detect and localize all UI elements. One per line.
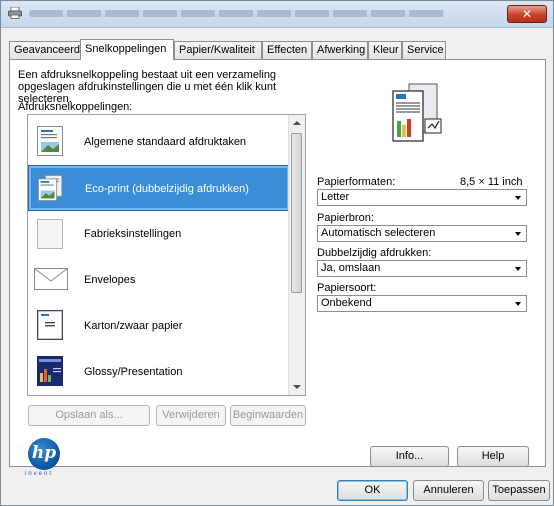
delete-button[interactable]: Verwijderen [156, 405, 226, 426]
tab-label: Effecten [267, 44, 308, 56]
shortcuts-description: Een afdruksnelkoppeling bestaat uit een … [18, 69, 277, 105]
list-item[interactable]: Envelopes [28, 257, 290, 303]
list-item[interactable]: Fabrieksinstellingen [28, 211, 290, 257]
shortcut-label: Eco-print (dubbelzijdig afdrukken) [85, 183, 249, 195]
tab-label: Papier/Kwaliteit [179, 44, 255, 56]
shortcut-label: Algemene standaard afdruktaken [84, 136, 247, 148]
duplex-label: Dubbelzijdig afdrukken: [317, 247, 432, 259]
help-button[interactable]: Help [457, 446, 529, 467]
cardstock-icon [37, 310, 63, 340]
tab-label: Afwerking [317, 44, 366, 56]
duplex-preview-icon [392, 83, 442, 142]
tab-service[interactable]: Service [402, 41, 446, 59]
chevron-down-icon [515, 232, 521, 236]
shortcut-label: Fabrieksinstellingen [84, 228, 182, 240]
tab-effecten[interactable]: Effecten [262, 41, 312, 59]
tab-geavanceerd[interactable]: Geavanceerd [9, 41, 81, 59]
shortcut-label: Glossy/Presentation [84, 366, 183, 378]
title-bar[interactable]: ✕ [1, 1, 553, 28]
chevron-down-icon [515, 302, 521, 306]
duplex-select[interactable]: Ja, omslaan [317, 260, 527, 277]
defaults-button[interactable]: Beginwaarden [230, 405, 306, 426]
paper-source-label: Papierbron: [317, 212, 374, 224]
apply-button[interactable]: Toepassen [488, 480, 550, 501]
blank-page-icon [37, 219, 63, 249]
tab-papier-kwaliteit[interactable]: Papier/Kwaliteit [174, 41, 262, 59]
paper-type-select[interactable]: Onbekend [317, 295, 527, 312]
list-item[interactable]: Algemene standaard afdruktaken [28, 119, 290, 165]
printer-properties-window: ✕ Geavanceerd Snelkoppelingen Papier/Kwa… [0, 0, 554, 506]
printer-icon [8, 7, 22, 19]
info-button[interactable]: Info... [370, 446, 449, 467]
close-button[interactable]: ✕ [507, 5, 547, 23]
close-icon: ✕ [521, 7, 533, 21]
window-title-redacted [29, 10, 445, 17]
hp-invent-tagline: invent [25, 471, 54, 477]
paper-size-value: Letter [321, 191, 350, 203]
tab-label: Geavanceerd [14, 44, 81, 56]
cancel-button[interactable]: Annuleren [413, 480, 484, 501]
list-scrollbar[interactable] [288, 115, 305, 395]
shortcut-label: Karton/zwaar papier [84, 320, 183, 332]
document-image-icon [37, 126, 63, 156]
scroll-thumb[interactable] [291, 133, 302, 293]
tab-kleur[interactable]: Kleur [368, 41, 402, 59]
ok-button[interactable]: OK [337, 480, 408, 501]
save-as-button[interactable]: Opslaan als... [28, 405, 150, 426]
list-item[interactable]: Karton/zwaar papier [28, 303, 290, 349]
tab-label: Kleur [373, 44, 399, 56]
scroll-down-icon[interactable] [293, 385, 301, 389]
tab-afwerking[interactable]: Afwerking [312, 41, 368, 59]
shortcut-label: Envelopes [84, 274, 136, 286]
chevron-down-icon [515, 267, 521, 271]
paper-size-select[interactable]: Letter [317, 189, 527, 206]
tab-label: Snelkoppelingen [85, 43, 167, 55]
hp-logo: hp [28, 438, 60, 470]
duplex-document-icon [38, 175, 63, 202]
paper-size-label: Papierformaten: [317, 176, 396, 188]
list-item[interactable]: Glossy/Presentation [28, 349, 290, 395]
tab-label: Service [407, 44, 444, 56]
scroll-up-icon[interactable] [293, 121, 301, 125]
list-item[interactable]: Eco-print (dubbelzijdig afdrukken) [28, 165, 290, 211]
chevron-down-icon [515, 196, 521, 200]
paper-type-label: Papiersoort: [317, 282, 377, 294]
paper-size-dimensions: 8,5 × 11 inch [460, 176, 523, 188]
shortcuts-listbox[interactable]: Algemene standaard afdruktaken Eco-print… [27, 114, 306, 396]
duplex-value: Ja, omslaan [321, 262, 381, 274]
paper-type-value: Onbekend [321, 297, 372, 309]
paper-source-select[interactable]: Automatisch selecteren [317, 225, 527, 242]
tab-snelkoppelingen[interactable]: Snelkoppelingen [80, 39, 174, 60]
shortcuts-list-label: Afdruksnelkoppelingen: [18, 101, 133, 113]
paper-source-value: Automatisch selecteren [321, 227, 436, 239]
presentation-icon [37, 356, 63, 386]
envelope-icon [34, 268, 68, 290]
